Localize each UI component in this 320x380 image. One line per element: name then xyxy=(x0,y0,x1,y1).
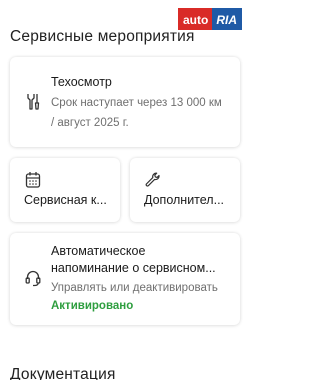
inspection-subtitle: Срок наступает через 13 000 км / август … xyxy=(51,97,222,129)
wrench-screwdriver-icon xyxy=(24,93,42,111)
reminder-status: Активировано xyxy=(51,300,134,312)
logo-auto-part: auto xyxy=(177,8,213,30)
service-book-title: Сервисная к... xyxy=(24,193,107,207)
reminder-card[interactable]: Автоматическое напоминание о сервисном..… xyxy=(10,233,240,325)
inspection-card[interactable]: Техосмотр Срок наступает через 13 000 км… xyxy=(10,57,240,147)
autoria-logo[interactable]: auto RIA xyxy=(177,8,242,30)
reminder-subtitle: Управлять или деактивировать xyxy=(51,282,218,294)
inspection-title: Техосмотр xyxy=(51,75,112,89)
wrench-icon xyxy=(144,171,162,189)
logo-ria-part: RIA xyxy=(212,8,242,30)
service-book-card[interactable]: Сервисная к... xyxy=(10,158,120,222)
calendar-book-icon xyxy=(24,171,42,189)
additional-card[interactable]: Дополнител... xyxy=(130,158,240,222)
reminder-title: Автоматическое напоминание о сервисном..… xyxy=(51,244,216,275)
headset-icon xyxy=(24,269,42,287)
additional-title: Дополнител... xyxy=(144,193,225,207)
service-section-title: Сервисные мероприятия xyxy=(10,28,195,45)
documents-section-title: Документация xyxy=(10,366,116,380)
service-page: auto RIA Сервисные мероприятия Техосмотр… xyxy=(0,0,250,380)
